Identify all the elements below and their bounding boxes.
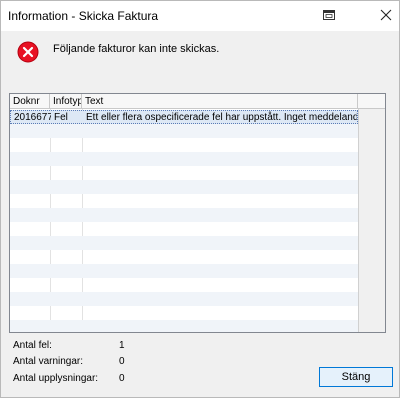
empty-row xyxy=(10,236,358,250)
empty-row xyxy=(10,138,358,152)
errors-count-label: Antal fel: xyxy=(13,340,52,351)
cell-text: Ett eller flera ospecificerade fel har u… xyxy=(86,112,357,123)
title-bar[interactable]: Information - Skicka Faktura xyxy=(1,1,399,31)
warnings-count-label: Antal varningar: xyxy=(13,356,84,367)
empty-row xyxy=(10,278,358,292)
empty-row xyxy=(10,292,358,306)
column-header-infotyp[interactable]: Infotyp xyxy=(50,94,82,109)
empty-row xyxy=(10,250,358,264)
invoice-grid[interactable]: Doknr Infotyp Text 2016677 Fel Ett eller… xyxy=(9,93,386,333)
error-icon xyxy=(17,41,39,63)
warnings-count-value: 0 xyxy=(119,356,125,367)
close-icon[interactable] xyxy=(379,8,393,22)
grid-header: Doknr Infotyp Text xyxy=(10,94,385,109)
cell-doknr: 2016677 xyxy=(14,112,51,123)
column-header-text[interactable]: Text xyxy=(82,94,358,109)
empty-row xyxy=(10,320,358,332)
empty-row xyxy=(10,222,358,236)
info-count-value: 0 xyxy=(119,373,125,384)
window-title: Information - Skicka Faktura xyxy=(8,9,159,23)
empty-row xyxy=(10,306,358,320)
window-icon[interactable] xyxy=(323,10,335,20)
table-row[interactable]: 2016677 Fel Ett eller flera ospecificera… xyxy=(10,110,358,124)
errors-count-value: 1 xyxy=(119,340,125,351)
info-count-label: Antal upplysningar: xyxy=(13,373,99,384)
close-button[interactable]: Stäng xyxy=(319,367,393,387)
empty-row xyxy=(10,152,358,166)
empty-row xyxy=(10,194,358,208)
cell-infotyp: Fel xyxy=(54,112,68,123)
dialog-window: Information - Skicka Faktura Följande fa… xyxy=(0,0,400,398)
column-header-doknr[interactable]: Doknr xyxy=(10,94,50,109)
empty-row xyxy=(10,208,358,222)
message-text: Följande fakturor kan inte skickas. xyxy=(53,43,220,55)
empty-row xyxy=(10,180,358,194)
grid-empty-area xyxy=(358,109,385,332)
empty-row xyxy=(10,124,358,138)
empty-row xyxy=(10,264,358,278)
empty-row xyxy=(10,166,358,180)
